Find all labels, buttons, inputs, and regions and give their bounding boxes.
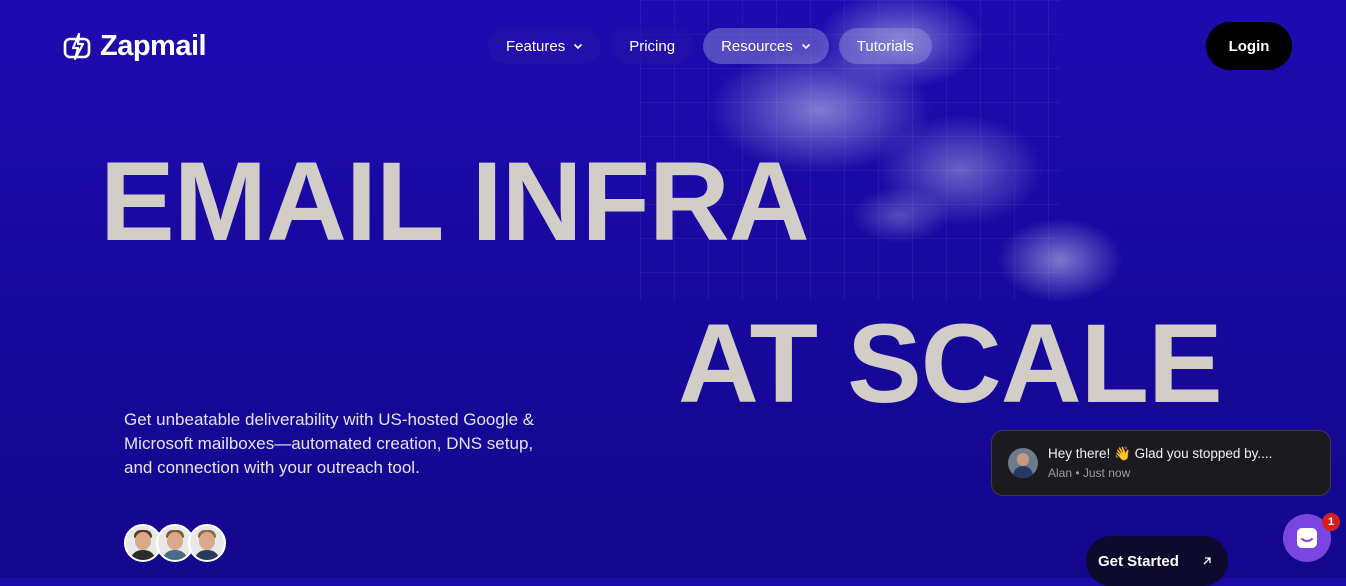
get-started-label: Get Started [1098, 552, 1179, 570]
chat-icon [1297, 528, 1317, 548]
hero-subtitle: Get unbeatable deliverability with US-ho… [124, 410, 535, 477]
lightning-logo-icon [63, 32, 91, 60]
chevron-down-icon [574, 43, 583, 50]
avatar-group [124, 524, 226, 562]
main-nav: Features Pricing Resources Tutorials [488, 28, 932, 64]
nav-pricing-label: Pricing [629, 37, 676, 55]
login-button[interactable]: Login [1206, 22, 1292, 70]
nav-resources[interactable]: Resources [703, 28, 829, 64]
chat-popup[interactable]: Hey there! 👋 Glad you stopped by.... Ala… [991, 430, 1331, 496]
get-started-button[interactable]: Get Started [1086, 536, 1228, 586]
nav-tutorials-label: Tutorials [856, 37, 914, 55]
nav-features[interactable]: Features [488, 28, 602, 64]
chevron-down-icon [801, 43, 810, 50]
chat-agent-avatar [1008, 448, 1038, 478]
chat-content: Hey there! 👋 Glad you stopped by.... Ala… [1048, 446, 1272, 480]
hero-title-line1: EMAIL INFRA [100, 139, 810, 264]
chat-meta: Alan • Just now [1048, 466, 1131, 480]
chat-message: Hey there! 👋 Glad you stopped by.... [1048, 446, 1273, 461]
hero-title-line2: AT SCALE [678, 301, 1223, 426]
notification-badge: 1 [1322, 513, 1340, 531]
nav-features-label: Features [506, 37, 566, 55]
brand-name: Zapmail [100, 30, 207, 62]
brand-logo[interactable]: Zapmail [62, 30, 207, 63]
nav-tutorials[interactable]: Tutorials [838, 28, 932, 64]
nav-resources-label: Resources [721, 37, 793, 55]
avatar [188, 524, 226, 562]
nav-pricing[interactable]: Pricing [611, 28, 694, 64]
arrow-up-right-icon [1203, 557, 1211, 565]
